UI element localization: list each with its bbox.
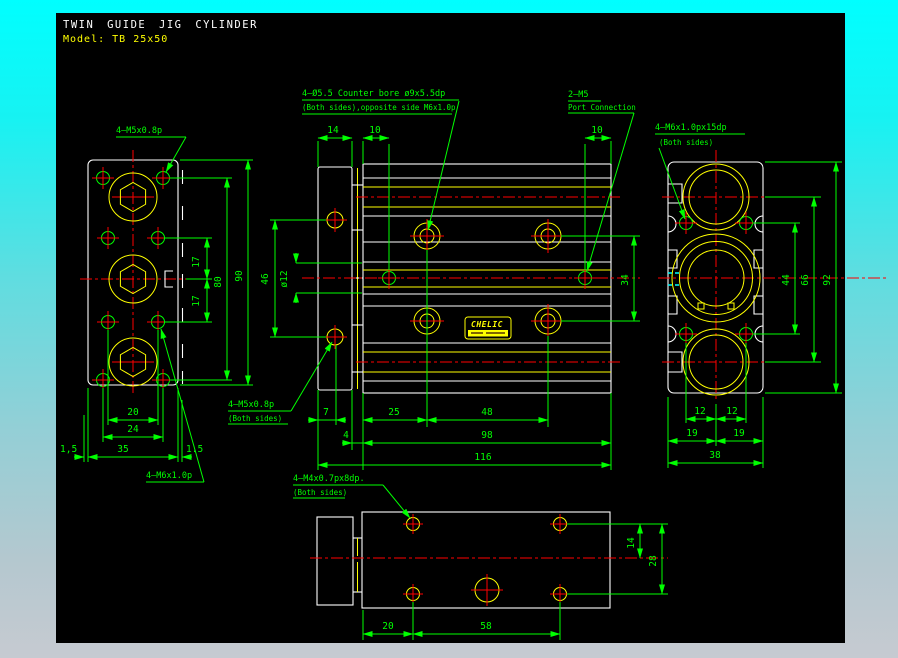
- dim-92: 92: [822, 274, 833, 285]
- dim-10-left: 10: [369, 125, 381, 136]
- dim-b58: 58: [480, 621, 492, 632]
- dim-34: 34: [620, 274, 631, 286]
- brand-text: CHELIC: [471, 320, 503, 329]
- dim-116: 116: [474, 452, 491, 463]
- label-m6x15-1: 4–M6x1.0px15dp: [655, 123, 727, 133]
- label-port-1: 2–M5: [568, 90, 588, 100]
- model-label: Model: TB 25x50: [63, 34, 168, 45]
- label-counterbore-1: 4–Ø5.5 Counter bore ø9x5.5dp: [302, 88, 445, 99]
- label-m5-both-1: 4–M5x0.8p: [228, 400, 274, 410]
- label-m4-1: 4–M4x0.7px8dp.: [293, 474, 365, 484]
- dim-46: 46: [260, 273, 271, 285]
- label-m5-top: 4–M5x0.8p: [116, 126, 162, 136]
- dim-14: 14: [327, 125, 339, 136]
- dim-17-upper: 17: [191, 256, 202, 267]
- label-counterbore-2: (Both sides),opposite side M6x1.0p: [302, 103, 456, 112]
- dim-7: 7: [323, 407, 329, 418]
- label-m6-plate: 4–M6x1.0p: [146, 471, 192, 481]
- dim-12-right: 12: [726, 406, 737, 417]
- dim-b14: 14: [626, 537, 637, 549]
- dim-b20: 20: [382, 621, 394, 632]
- dim-98: 98: [481, 430, 493, 441]
- label-m5-both-2: (Both sides): [228, 414, 282, 423]
- dim-17-lower: 17: [191, 295, 202, 306]
- dim-19-left: 19: [686, 428, 698, 439]
- dim-48: 48: [481, 407, 493, 418]
- dim-80: 80: [213, 276, 224, 288]
- label-m4-2: (Both sides): [293, 488, 347, 497]
- dim-35: 35: [117, 444, 128, 455]
- dim-90: 90: [234, 270, 245, 282]
- drawing-title: TWIN GUIDE JIG CYLINDER: [63, 19, 258, 31]
- drawing-viewport[interactable]: TWIN GUIDE JIG CYLINDER Model: TB 25x50: [0, 0, 898, 658]
- dim-66: 66: [800, 274, 811, 286]
- dim-dia12: ø12: [279, 270, 290, 287]
- dim-1-5-left: 1,5: [60, 444, 77, 455]
- label-m6x15-2: (Both sides): [659, 138, 713, 147]
- dim-12-left: 12: [694, 406, 705, 417]
- dim-44: 44: [781, 274, 792, 286]
- dim-24: 24: [127, 424, 139, 435]
- dim-38: 38: [709, 450, 721, 461]
- dim-19-right: 19: [733, 428, 745, 439]
- dim-20: 20: [127, 407, 139, 418]
- label-port-2: Port Connection: [568, 103, 636, 112]
- dim-b28: 28: [648, 555, 659, 567]
- dim-4: 4: [343, 430, 349, 441]
- cad-viewer-window: TWIN GUIDE JIG CYLINDER Model: TB 25x50: [0, 0, 898, 658]
- dim-25: 25: [388, 407, 399, 418]
- dim-10-right: 10: [591, 125, 603, 136]
